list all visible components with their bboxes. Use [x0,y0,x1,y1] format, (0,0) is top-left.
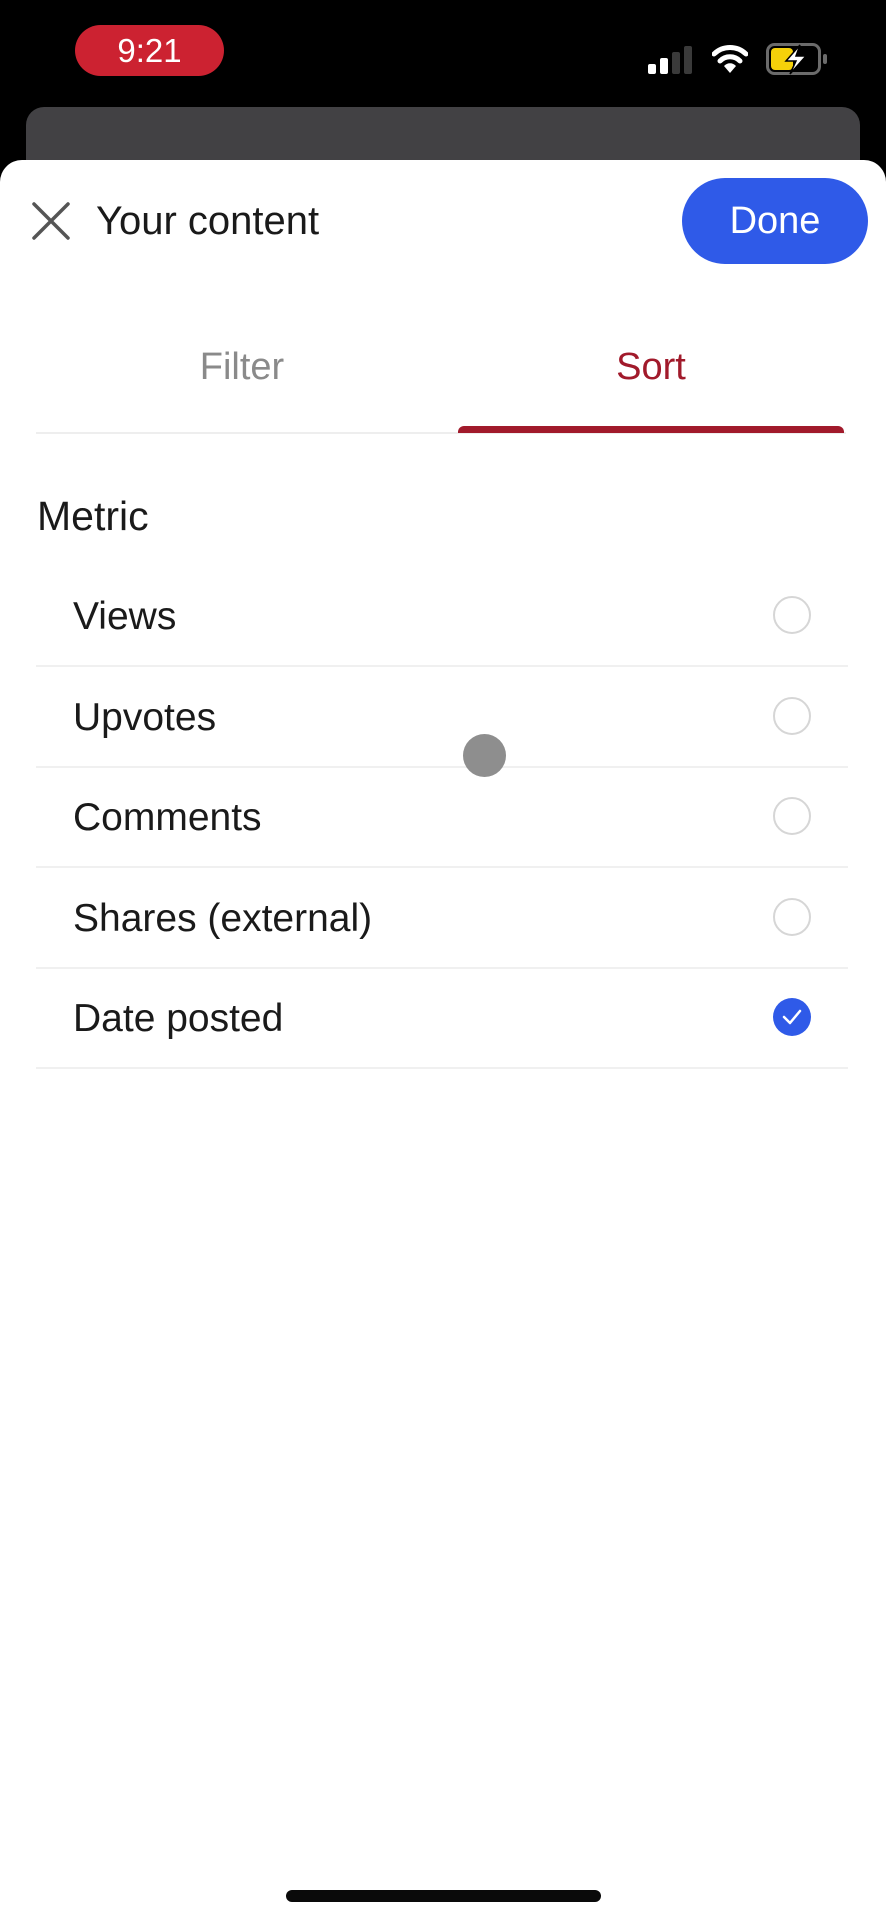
radio-button[interactable] [773,697,811,735]
sort-option-views[interactable]: Views [36,567,848,667]
done-button[interactable]: Done [682,178,868,264]
touch-indicator [463,734,506,777]
row-divider [36,1067,848,1069]
sort-option-date-posted[interactable]: Date posted [36,969,848,1069]
status-time: 9:21 [75,25,224,76]
sort-option-upvotes[interactable]: Upvotes [36,668,848,768]
active-tab-indicator [458,426,844,433]
radio-button[interactable] [773,898,811,936]
sort-option-comments[interactable]: Comments [36,768,848,868]
home-indicator[interactable] [286,1890,601,1902]
close-icon[interactable] [30,200,72,242]
row-divider [36,866,848,868]
battery-charging-icon [766,43,827,75]
radio-button[interactable] [773,797,811,835]
radio-button-checked[interactable] [773,998,811,1036]
radio-button[interactable] [773,596,811,634]
status-bar: 9:21 [0,0,886,105]
section-title-metric: Metric [37,493,149,539]
option-label: Date posted [73,997,284,1040]
option-label: Shares (external) [73,897,373,940]
checkmark-icon [782,1009,802,1025]
option-label: Upvotes [73,696,217,739]
row-divider [36,665,848,667]
sort-option-shares-external[interactable]: Shares (external) [36,869,848,969]
sheet-title: Your content [96,199,320,243]
signal-icon [648,46,692,74]
tab-sort[interactable]: Sort [458,340,844,400]
tab-filter[interactable]: Filter [36,340,448,400]
option-label: Views [73,595,177,638]
wifi-icon [712,45,748,73]
option-label: Comments [73,796,262,839]
